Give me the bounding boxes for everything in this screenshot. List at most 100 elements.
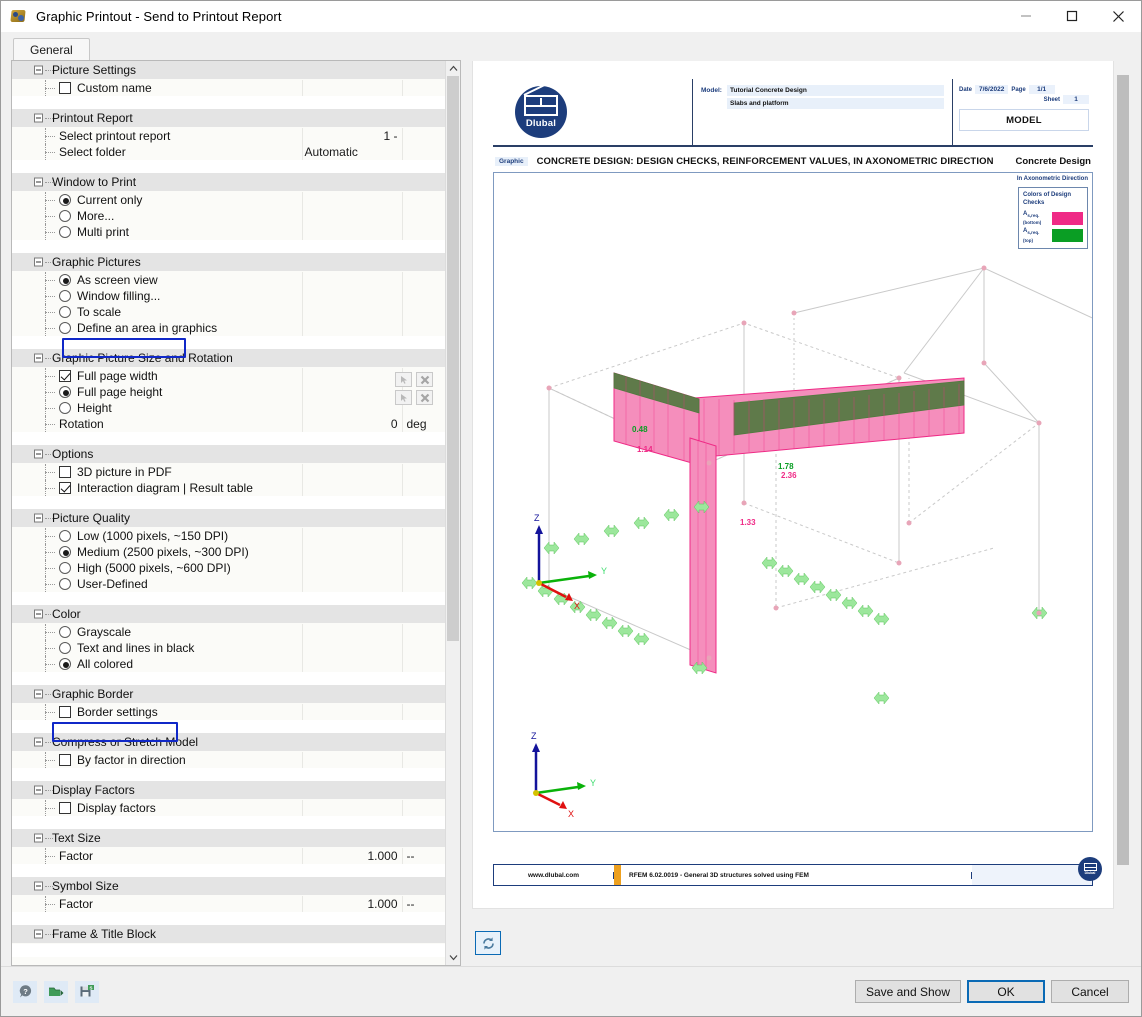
settings-row[interactable]: Custom name <box>12 79 445 96</box>
checkbox[interactable] <box>59 370 71 382</box>
settings-row[interactable]: 3D picture in PDF <box>12 463 445 480</box>
group-collapse-icon[interactable] <box>34 449 43 459</box>
settings-row[interactable]: Low (1000 pixels, ~150 DPI) <box>12 527 445 544</box>
settings-row[interactable]: More... <box>12 208 445 224</box>
radio-button[interactable] <box>59 194 71 206</box>
checkbox[interactable] <box>59 802 71 814</box>
group-collapse-icon[interactable] <box>34 737 43 747</box>
group-collapse-icon[interactable] <box>34 833 43 843</box>
radio-button[interactable] <box>59 642 71 654</box>
radio-button[interactable] <box>59 210 71 222</box>
preview-scrollbar[interactable] <box>1115 61 1131 920</box>
settings-group-header[interactable]: Symbol Size <box>12 877 445 896</box>
settings-group-header[interactable]: Text Size <box>12 829 445 848</box>
settings-row-value[interactable]: 1.000 <box>367 897 397 911</box>
settings-row[interactable]: Grayscale <box>12 623 445 640</box>
scroll-down-icon[interactable] <box>446 950 460 965</box>
settings-group-header[interactable]: Compress or Stretch Model <box>12 733 445 752</box>
group-collapse-icon[interactable] <box>34 353 43 363</box>
group-collapse-icon[interactable] <box>34 689 43 699</box>
radio-button[interactable] <box>59 546 71 558</box>
radio-button[interactable] <box>59 226 71 238</box>
minimize-button[interactable] <box>1003 1 1049 32</box>
settings-row[interactable]: Factor 1.000 -- <box>12 847 445 864</box>
group-collapse-icon[interactable] <box>34 929 43 939</box>
settings-row[interactable]: Current only <box>12 191 445 208</box>
close-button[interactable] <box>1095 1 1141 32</box>
group-collapse-icon[interactable] <box>34 881 43 891</box>
settings-group-header[interactable]: Graphic Border <box>12 685 445 704</box>
pick-area-button-1[interactable] <box>395 372 412 387</box>
settings-group-header[interactable]: Picture Quality <box>12 509 445 528</box>
checkbox[interactable] <box>59 82 71 94</box>
settings-row[interactable]: Height <box>12 400 445 416</box>
refresh-preview-button[interactable] <box>475 931 501 955</box>
settings-group-header[interactable]: Window to Print <box>12 173 445 192</box>
clear-area-button-1[interactable] <box>416 372 433 387</box>
clear-area-button-2[interactable] <box>416 390 433 405</box>
radio-button[interactable] <box>59 402 71 414</box>
settings-row[interactable]: Border settings <box>12 703 445 720</box>
radio-button[interactable] <box>59 578 71 590</box>
settings-row[interactable]: To scale <box>12 304 445 320</box>
settings-row[interactable]: Full page height <box>12 384 445 400</box>
settings-row[interactable]: Define an area in graphics <box>12 320 445 336</box>
maximize-button[interactable] <box>1049 1 1095 32</box>
group-collapse-icon[interactable] <box>34 113 43 123</box>
checkbox[interactable] <box>59 754 71 766</box>
settings-row[interactable]: Rotation 0 deg <box>12 416 445 432</box>
settings-row[interactable]: All colored <box>12 656 445 672</box>
group-collapse-icon[interactable] <box>34 65 43 75</box>
settings-row[interactable]: Select folder Automatic <box>12 144 445 160</box>
save-and-show-button[interactable]: Save and Show <box>854 980 961 1003</box>
checkbox[interactable] <box>59 706 71 718</box>
settings-row[interactable]: Select printout report 1 - <box>12 127 445 144</box>
settings-row-value[interactable]: 1.000 <box>367 849 397 863</box>
checkbox[interactable] <box>59 466 71 478</box>
settings-row[interactable]: Medium (2500 pixels, ~300 DPI) <box>12 544 445 560</box>
radio-button[interactable] <box>59 386 71 398</box>
settings-row[interactable]: Multi print <box>12 224 445 240</box>
radio-button[interactable] <box>59 274 71 286</box>
settings-row[interactable]: User-Defined <box>12 576 445 592</box>
settings-group-header[interactable]: Picture Settings <box>12 61 445 80</box>
settings-group-header[interactable]: Frame & Title Block <box>12 925 445 944</box>
settings-row[interactable]: Display factors <box>12 799 445 816</box>
group-collapse-icon[interactable] <box>34 513 43 523</box>
load-settings-button[interactable] <box>44 980 68 1003</box>
group-collapse-icon[interactable] <box>34 257 43 267</box>
radio-button[interactable] <box>59 322 71 334</box>
scroll-up-icon[interactable] <box>446 61 460 76</box>
help-button[interactable]: ? <box>13 980 37 1003</box>
settings-row[interactable]: Full page width <box>12 367 445 384</box>
settings-row[interactable]: High (5000 pixels, ~600 DPI) <box>12 560 445 576</box>
checkbox[interactable] <box>59 482 71 494</box>
radio-button[interactable] <box>59 530 71 542</box>
radio-button[interactable] <box>59 290 71 302</box>
settings-scrollbar[interactable] <box>445 61 460 965</box>
settings-row[interactable]: Window filling... <box>12 288 445 304</box>
settings-row[interactable]: Factor 1.000 -- <box>12 895 445 912</box>
cancel-button[interactable]: Cancel <box>1051 980 1129 1003</box>
settings-row[interactable]: As screen view <box>12 271 445 288</box>
tab-general[interactable]: General <box>13 38 90 60</box>
radio-button[interactable] <box>59 626 71 638</box>
settings-group-header[interactable]: Color <box>12 605 445 624</box>
pick-area-button-2[interactable] <box>395 390 412 405</box>
settings-row[interactable]: Interaction diagram | Result table <box>12 480 445 496</box>
settings-group-header[interactable]: Graphic Pictures <box>12 253 445 272</box>
radio-button[interactable] <box>59 306 71 318</box>
settings-scroll-thumb[interactable] <box>447 76 459 641</box>
settings-row[interactable]: Text and lines in black <box>12 640 445 656</box>
settings-group-header[interactable]: Graphic Picture Size and Rotation <box>12 349 445 368</box>
settings-row[interactable]: By factor in direction <box>12 751 445 768</box>
group-collapse-icon[interactable] <box>34 177 43 187</box>
settings-group-header[interactable]: Printout Report <box>12 109 445 128</box>
group-collapse-icon[interactable] <box>34 609 43 619</box>
settings-row-value[interactable]: Automatic <box>305 145 358 159</box>
settings-row-value[interactable]: 1 - <box>383 129 397 143</box>
radio-button[interactable] <box>59 658 71 670</box>
radio-button[interactable] <box>59 562 71 574</box>
ok-button[interactable]: OK <box>967 980 1045 1003</box>
group-collapse-icon[interactable] <box>34 785 43 795</box>
